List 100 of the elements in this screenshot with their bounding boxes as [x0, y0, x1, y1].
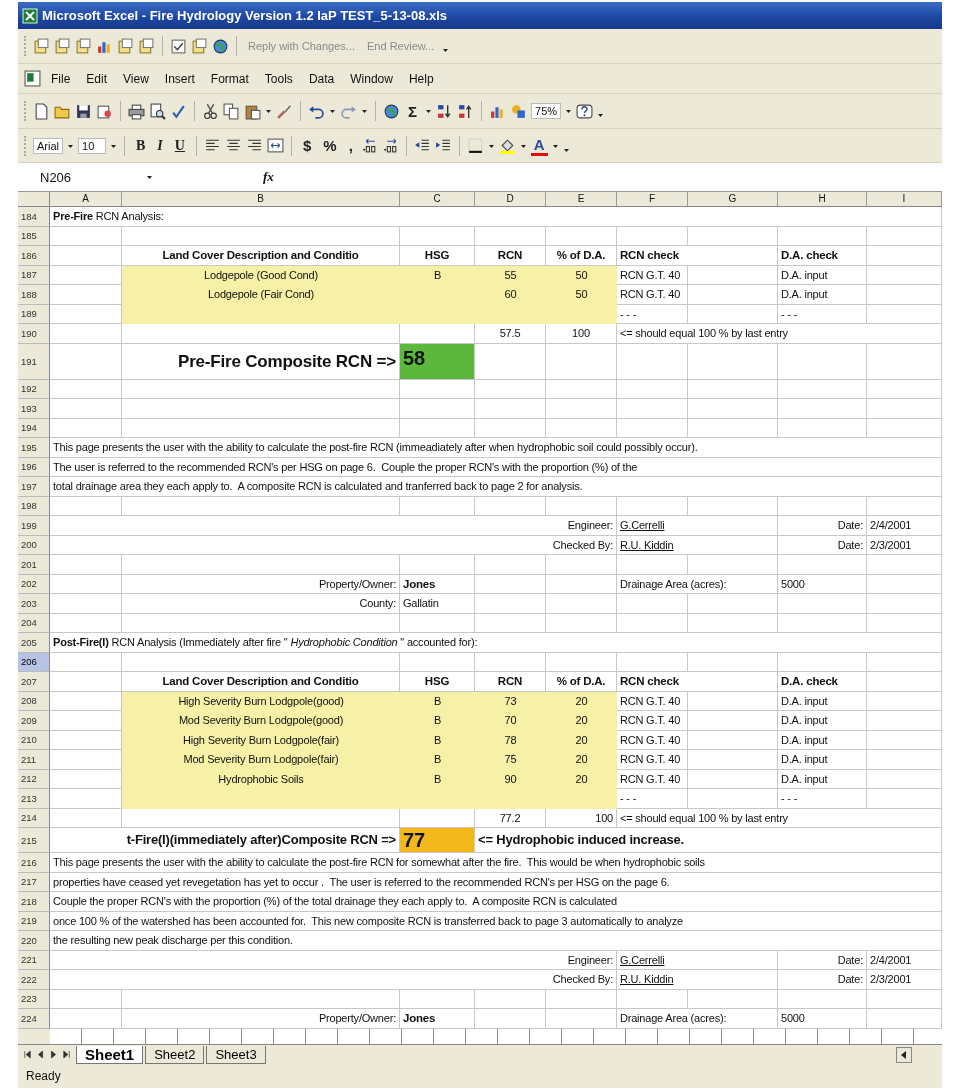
row-number[interactable]: 222 — [18, 970, 50, 990]
menu-item[interactable]: Tools — [258, 69, 299, 88]
row-number[interactable]: 192 — [18, 379, 50, 399]
review-icon[interactable] — [33, 37, 50, 55]
row-number[interactable]: 218 — [18, 892, 50, 912]
decrease-decimal-icon[interactable] — [381, 137, 399, 154]
review-icon[interactable] — [54, 37, 71, 55]
dropdown-field[interactable]: Arial — [33, 137, 63, 154]
sheet-tab[interactable]: Sheet2 — [145, 1045, 205, 1064]
row-number[interactable]: 217 — [18, 872, 50, 892]
row-number[interactable]: 212 — [18, 769, 50, 789]
row-number[interactable]: 188 — [18, 285, 50, 305]
row-number[interactable]: 205 — [18, 633, 50, 653]
review-icon[interactable] — [75, 37, 92, 55]
column-header[interactable]: B — [122, 192, 400, 206]
row-number[interactable]: 185 — [18, 226, 50, 246]
row-number[interactable]: 220 — [18, 931, 50, 951]
row-number[interactable]: 195 — [18, 438, 50, 458]
workbook-icon[interactable] — [24, 70, 41, 87]
row-number[interactable]: 206 — [18, 652, 50, 672]
scroll-left-icon[interactable] — [896, 1046, 912, 1063]
row-number[interactable]: 215 — [18, 828, 50, 853]
column-header[interactable]: D — [475, 192, 546, 206]
printer-icon[interactable] — [128, 102, 145, 120]
row-number[interactable]: 209 — [18, 711, 50, 731]
row-number[interactable]: 201 — [18, 555, 50, 575]
menu-item[interactable]: Help — [402, 69, 440, 88]
sheet-navigation-icon[interactable] — [61, 1048, 72, 1060]
insert-function-button[interactable]: fx — [259, 169, 278, 185]
row-number[interactable]: 213 — [18, 789, 50, 809]
column-header[interactable]: I — [867, 192, 942, 206]
row-number[interactable]: 223 — [18, 989, 50, 1009]
menu-item[interactable]: Window — [344, 69, 399, 88]
sheet-navigation-icon[interactable] — [48, 1048, 59, 1060]
row-number[interactable]: 214 — [18, 808, 50, 828]
scissors-icon[interactable] — [202, 102, 219, 120]
row-number[interactable]: 208 — [18, 691, 50, 711]
row-number[interactable]: 184 — [18, 207, 50, 227]
row-number[interactable]: 189 — [18, 304, 50, 324]
row-number[interactable]: 221 — [18, 950, 50, 970]
italic-button[interactable]: I — [153, 137, 167, 154]
globe-icon[interactable] — [212, 37, 229, 55]
row-number[interactable]: 187 — [18, 265, 50, 285]
drawing-icon[interactable] — [510, 102, 527, 120]
sort-descending-icon[interactable] — [457, 102, 474, 120]
format-button[interactable]: $ — [298, 137, 316, 154]
row-number[interactable]: 219 — [18, 911, 50, 931]
help-icon[interactable] — [576, 102, 594, 120]
sheet-navigation-icon[interactable] — [22, 1048, 33, 1060]
row-number[interactable]: 202 — [18, 574, 50, 594]
fill-color-icon[interactable] — [498, 137, 516, 154]
column-header[interactable]: H — [778, 192, 867, 206]
print-preview-icon[interactable] — [149, 102, 166, 120]
row-number[interactable]: 203 — [18, 594, 50, 614]
menu-item[interactable]: Edit — [80, 69, 114, 88]
row-number[interactable]: 199 — [18, 516, 50, 536]
review-icon[interactable] — [138, 37, 155, 55]
row-number[interactable]: 193 — [18, 399, 50, 419]
row-number[interactable]: 200 — [18, 535, 50, 555]
menu-item[interactable]: File — [45, 69, 77, 88]
merge-center-icon[interactable] — [266, 137, 284, 154]
dropdown-field[interactable]: 10 — [78, 137, 106, 154]
sort-ascending-icon[interactable] — [436, 102, 453, 120]
row-number[interactable]: 207 — [18, 672, 50, 692]
row-number[interactable]: 197 — [18, 477, 50, 497]
format-button[interactable]: , — [344, 137, 357, 154]
column-header[interactable]: G — [688, 192, 778, 206]
format-button[interactable]: % — [319, 137, 341, 154]
row-number[interactable]: 216 — [18, 853, 50, 873]
bold-button[interactable]: B — [132, 137, 150, 154]
menu-item[interactable]: Data — [302, 69, 341, 88]
increase-decimal-icon[interactable] — [360, 137, 378, 154]
new-document-icon[interactable] — [33, 102, 50, 120]
row-number[interactable]: 194 — [18, 418, 50, 438]
column-header[interactable]: E — [546, 192, 617, 206]
row-number[interactable]: 190 — [18, 324, 50, 344]
sheet-navigation-icon[interactable] — [35, 1048, 46, 1060]
review-icon[interactable] — [191, 37, 208, 55]
column-header[interactable]: A — [50, 192, 122, 206]
column-header[interactable]: C — [400, 192, 475, 206]
row-number[interactable]: 210 — [18, 730, 50, 750]
globe-icon[interactable] — [383, 102, 400, 120]
row-number[interactable]: 196 — [18, 457, 50, 477]
column-header[interactable]: F — [617, 192, 688, 206]
review-icon[interactable] — [117, 37, 134, 55]
checkbox-icon[interactable] — [170, 37, 187, 55]
row-number[interactable]: 186 — [18, 246, 50, 266]
underline-button[interactable]: U — [170, 137, 189, 154]
dropdown-field[interactable]: 75% — [531, 103, 562, 119]
row-number[interactable]: 211 — [18, 750, 50, 770]
row-number[interactable]: 224 — [18, 1009, 50, 1029]
row-number[interactable]: 204 — [18, 613, 50, 633]
sheet-tab[interactable]: Sheet3 — [206, 1045, 266, 1064]
sheet-tab[interactable]: Sheet1 — [76, 1045, 144, 1064]
copy-icon[interactable] — [223, 102, 240, 120]
menu-item[interactable]: Insert — [158, 69, 201, 88]
format-button[interactable]: Σ — [404, 102, 421, 120]
font-color-button[interactable]: A — [530, 135, 548, 156]
row-number[interactable]: 191 — [18, 343, 50, 380]
borders-icon[interactable] — [466, 137, 484, 154]
